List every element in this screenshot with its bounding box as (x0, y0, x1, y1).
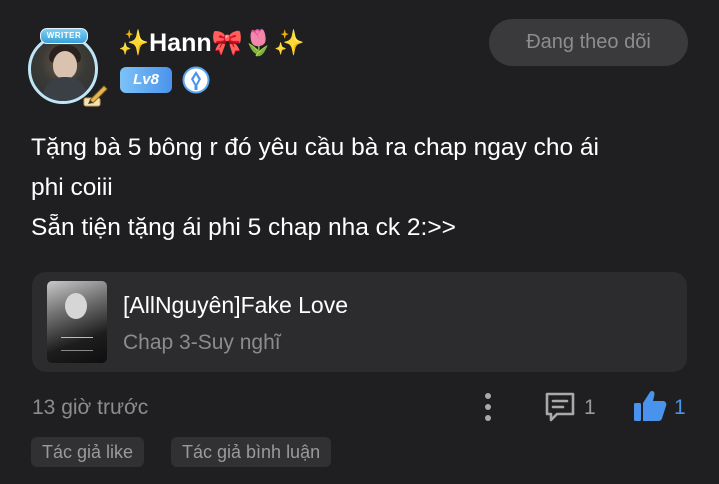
more-icon[interactable] (476, 390, 500, 424)
comment-timestamp: 13 giờ trước (32, 396, 149, 419)
avatar-frame-badge: WRITER (40, 28, 88, 44)
chapter-name[interactable]: Chap 3-Suy nghĩ (123, 331, 281, 355)
comment-line: Tặng bà 5 bông r đó yêu cầu bà ra chap n… (31, 134, 599, 161)
comment-line: phi coiii (31, 174, 113, 201)
comment-text: Tặng bà 5 bông r đó yêu cầu bà ra chap n… (31, 128, 691, 248)
author-badge-icon (182, 66, 210, 94)
pen-icon (83, 85, 108, 107)
like-count: 1 (674, 396, 686, 419)
avatar-body (43, 77, 87, 101)
story-title[interactable]: [AllNguyên]Fake Love (123, 292, 348, 319)
level-badge: Lv8 (120, 67, 172, 93)
tag-author-comment: Tác giả bình luận (171, 437, 332, 467)
avatar[interactable]: WRITER (24, 28, 108, 108)
follow-button[interactable]: Đang theo dõi (489, 19, 688, 66)
story-cover (47, 281, 107, 363)
comment-icon[interactable] (543, 391, 577, 423)
cover-figure (65, 293, 87, 319)
username[interactable]: ✨Hann🎀🌷✨ (118, 24, 305, 62)
comment-line: Sẵn tiện tặng ái phi 5 chap nha ck 2:>> (31, 214, 456, 241)
cover-lettering (61, 337, 93, 351)
chapter-card[interactable]: [AllNguyên]Fake Love Chap 3-Suy nghĩ (32, 272, 687, 372)
reply-count: 1 (584, 396, 596, 419)
thumbs-up-icon[interactable] (632, 389, 668, 423)
tag-author-like: Tác giả like (31, 437, 145, 467)
avatar-face (53, 51, 77, 79)
